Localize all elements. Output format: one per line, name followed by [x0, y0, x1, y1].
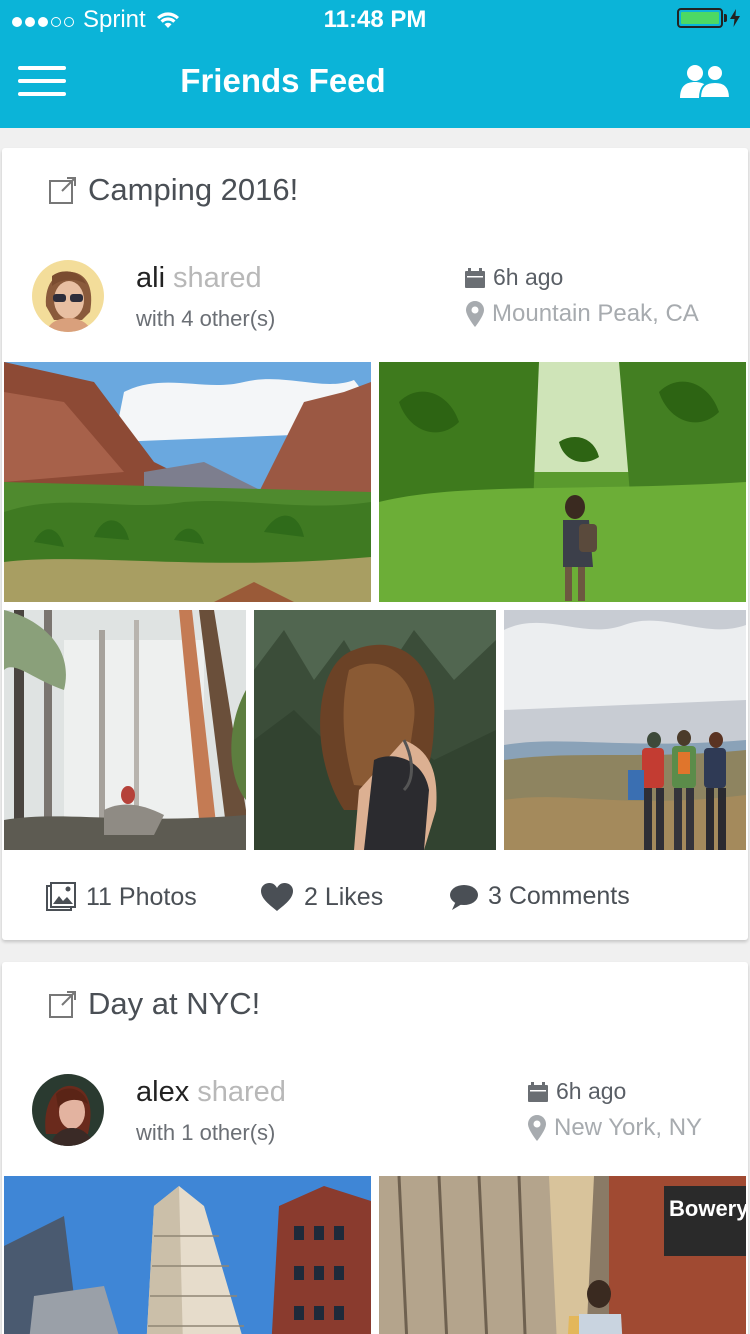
- avatar[interactable]: [32, 260, 104, 332]
- app-header: Sprint 11:48 PM Friends Feed: [0, 0, 750, 128]
- calendar-icon: [465, 267, 485, 288]
- status-time: 11:48 PM: [323, 6, 427, 33]
- post-title-text: Day at NYC!: [88, 986, 261, 1021]
- photo-forest-hiker[interactable]: [379, 362, 746, 602]
- post-title[interactable]: Day at NYC!: [48, 986, 260, 1022]
- author-name[interactable]: alex: [136, 1076, 189, 1108]
- post-location-text: Mountain Peak, CA: [492, 300, 699, 327]
- post-location[interactable]: New York, NY: [528, 1114, 702, 1142]
- post-title[interactable]: Camping 2016!: [48, 172, 298, 208]
- photos-count[interactable]: 11 Photos: [46, 882, 197, 912]
- with-others-label[interactable]: with 4 other(s): [136, 306, 275, 332]
- likes-count-text: 2 Likes: [304, 882, 384, 911]
- post-time: 6h ago: [528, 1078, 626, 1105]
- location-pin-icon: [528, 1115, 546, 1141]
- photos-count-text: 11 Photos: [86, 882, 197, 911]
- post-time-text: 6h ago: [556, 1078, 627, 1104]
- likes-count[interactable]: 2 Likes: [260, 882, 383, 912]
- post-title-text: Camping 2016!: [88, 172, 299, 207]
- author-name[interactable]: ali: [136, 262, 165, 294]
- status-bar: Sprint 11:48 PM: [0, 0, 750, 40]
- friends-group-icon[interactable]: [678, 62, 734, 102]
- post-stats: 11 Photos 2 Likes 3 Comments: [2, 876, 748, 920]
- page-title: Friends Feed: [180, 62, 386, 99]
- photos-icon: [46, 882, 76, 911]
- photo-group-overlook[interactable]: [504, 610, 746, 850]
- shared-label: shared: [197, 1076, 286, 1108]
- feed-post-card[interactable]: Day at NYC! alex shared with 1 other(s) 6…: [2, 962, 748, 1334]
- post-location-text: New York, NY: [554, 1114, 703, 1141]
- with-others-label[interactable]: with 1 other(s): [136, 1120, 275, 1146]
- comments-count[interactable]: 3 Comments: [448, 882, 630, 911]
- post-location[interactable]: Mountain Peak, CA: [466, 300, 699, 328]
- photo-bowery-subway[interactable]: Bowery: [379, 1176, 746, 1334]
- avatar[interactable]: [32, 1074, 104, 1146]
- external-link-icon: [49, 177, 76, 204]
- photo-canyon[interactable]: [4, 362, 371, 602]
- comments-count-text: 3 Comments: [488, 882, 630, 910]
- photo-woman-hair[interactable]: [254, 610, 496, 850]
- post-author: alex shared: [136, 1076, 286, 1109]
- location-pin-icon: [466, 301, 484, 327]
- bowery-sign-text: Bowery: [669, 1196, 746, 1221]
- photo-misty-forest[interactable]: [4, 610, 246, 850]
- charging-bolt-icon: [730, 9, 740, 27]
- battery-icon: [677, 8, 740, 28]
- calendar-icon: [528, 1081, 548, 1102]
- post-time-text: 6h ago: [493, 264, 564, 290]
- shared-label: shared: [173, 262, 262, 294]
- post-time: 6h ago: [465, 264, 563, 291]
- post-author: ali shared: [136, 262, 262, 295]
- external-link-icon: [49, 991, 76, 1018]
- comment-bubble-icon: [450, 884, 478, 910]
- heart-icon: [261, 883, 293, 911]
- feed-post-card[interactable]: Camping 2016! ali shared with 4 other(s) …: [2, 148, 748, 940]
- photo-flatiron-building[interactable]: [4, 1176, 371, 1334]
